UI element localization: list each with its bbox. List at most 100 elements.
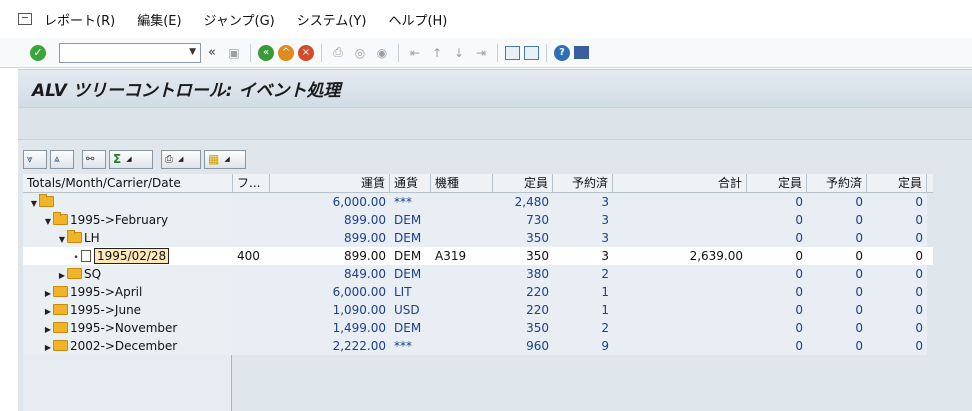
cell-fare[interactable]: 2,222.00 — [270, 337, 390, 355]
cell-currency[interactable]: *** — [390, 193, 431, 211]
cell-total[interactable] — [613, 229, 747, 247]
table-row[interactable]: • 1995/02/28 400 899.00 DEM A319 350 3 2,639.00 0… — [23, 247, 933, 265]
cancel-icon[interactable]: × — [298, 44, 314, 61]
table-row[interactable]: ▼ 6,000.00 *** 2,480 3 0 0 0 — [23, 193, 933, 211]
cell-seats-2[interactable]: 0 — [747, 301, 807, 319]
find-next-icon[interactable]: ◉ — [373, 44, 391, 62]
column-header-seats-2[interactable]: 定員 — [747, 174, 807, 193]
cell-currency[interactable]: DEM — [390, 265, 431, 283]
table-row[interactable]: ▶ 2002->December 2,222.00 *** 960 9 0 0 0 — [23, 337, 933, 355]
tree-node-label[interactable]: SQ — [84, 267, 101, 281]
cell-fare[interactable]: 1,090.00 — [270, 301, 390, 319]
cell-f[interactable] — [233, 301, 270, 319]
cell-seats-3[interactable]: 0 — [867, 337, 927, 355]
cell-currency[interactable]: LIT — [390, 283, 431, 301]
cell-booked-2[interactable]: 0 — [807, 247, 867, 265]
cell-plane-type[interactable] — [431, 301, 493, 319]
cell-seats-2[interactable]: 0 — [747, 193, 807, 211]
table-row[interactable]: ▼ 1995->February 899.00 DEM 730 3 0 0 0 — [23, 211, 933, 229]
cell-currency[interactable]: USD — [390, 301, 431, 319]
enter-icon[interactable]: ✓ — [30, 44, 46, 61]
cell-plane-type[interactable] — [431, 337, 493, 355]
expand-node-icon[interactable]: ▶ — [43, 321, 53, 337]
cell-plane-type[interactable] — [431, 193, 493, 211]
collapse-node-icon[interactable]: ▼ — [43, 213, 53, 229]
expand-node-icon[interactable]: ▶ — [43, 285, 53, 301]
column-header-f[interactable]: フ... — [233, 174, 270, 193]
cell-seats-3[interactable]: 0 — [867, 193, 927, 211]
cell-booked[interactable]: 3 — [553, 229, 613, 247]
cell-f[interactable]: 400 — [233, 247, 270, 265]
collapse-arrows-icon[interactable]: « — [203, 44, 221, 62]
help-icon[interactable]: ? — [554, 44, 570, 61]
column-header-seats[interactable]: 定員 — [493, 174, 553, 193]
menu-edit[interactable]: 編集(E) — [137, 10, 181, 29]
tree-node-label[interactable]: 1995/02/28 — [94, 248, 170, 264]
system-menu-icon[interactable] — [18, 13, 32, 25]
last-page-icon[interactable]: ⇥ — [472, 44, 490, 62]
cell-seats-3[interactable]: 0 — [867, 319, 927, 337]
cell-total[interactable] — [613, 319, 747, 337]
cell-fare[interactable]: 899.00 — [270, 247, 390, 265]
cell-f[interactable] — [233, 283, 270, 301]
table-row[interactable]: ▼ LH 899.00 DEM 350 3 0 0 0 — [23, 229, 933, 247]
tree-node[interactable]: ▶ 1995->June — [23, 301, 233, 319]
cell-seats[interactable]: 350 — [493, 229, 553, 247]
layout-menu-icon[interactable] — [574, 46, 589, 59]
cell-currency[interactable]: DEM — [390, 319, 431, 337]
tree-node-label[interactable]: 1995->April — [70, 285, 142, 299]
cell-booked-2[interactable]: 0 — [807, 265, 867, 283]
cell-seats[interactable]: 220 — [493, 283, 553, 301]
cell-seats[interactable]: 960 — [493, 337, 553, 355]
column-header-booked[interactable]: 予約済 — [553, 174, 613, 193]
column-header-fare[interactable]: 運賃 — [270, 174, 390, 193]
expand-node-icon[interactable]: ▶ — [43, 303, 53, 319]
tree-node[interactable]: ▶ 2002->December — [23, 337, 233, 355]
cell-booked-2[interactable]: 0 — [807, 337, 867, 355]
back-icon[interactable]: « — [258, 44, 274, 61]
cell-total[interactable] — [613, 337, 747, 355]
cell-seats-2[interactable]: 0 — [747, 247, 807, 265]
cell-total[interactable] — [613, 283, 747, 301]
cell-seats[interactable]: 350 — [493, 247, 553, 265]
command-input[interactable] — [60, 43, 180, 62]
cell-seats-2[interactable]: 0 — [747, 283, 807, 301]
cell-seats-2[interactable]: 0 — [747, 211, 807, 229]
tree-node[interactable]: ▼ — [23, 193, 233, 211]
cell-seats[interactable]: 350 — [493, 319, 553, 337]
cell-seats[interactable]: 730 — [493, 211, 553, 229]
print-icon[interactable]: ⎙ — [329, 44, 347, 62]
create-session-icon[interactable] — [505, 45, 520, 60]
cell-plane-type[interactable] — [431, 265, 493, 283]
cell-booked[interactable]: 1 — [553, 283, 613, 301]
cell-f[interactable] — [233, 265, 270, 283]
cell-booked-2[interactable]: 0 — [807, 301, 867, 319]
tree-node[interactable]: ▼ LH — [23, 229, 233, 247]
cell-fare[interactable]: 6,000.00 — [270, 193, 390, 211]
tree-node-label[interactable]: 1995->February — [70, 213, 168, 227]
command-field[interactable]: ▼ — [59, 42, 201, 63]
collapse-node-icon[interactable]: ▼ — [29, 195, 39, 211]
menu-help[interactable]: ヘルプ(H) — [388, 10, 447, 29]
table-row[interactable]: ▶ SQ 849.00 DEM 380 2 0 0 0 — [23, 265, 933, 283]
cell-seats-3[interactable]: 0 — [867, 301, 927, 319]
chevron-down-icon[interactable]: ▼ — [189, 47, 196, 57]
cell-booked-2[interactable]: 0 — [807, 193, 867, 211]
cell-currency[interactable]: DEM — [390, 247, 431, 265]
tree-node-label[interactable]: LH — [84, 231, 100, 245]
collapse-node-icon[interactable]: ▼ — [57, 231, 67, 247]
tree-node[interactable]: ▶ 1995->April — [23, 283, 233, 301]
expand-node-icon[interactable]: ▶ — [57, 267, 67, 283]
sum-button[interactable]: Σ ◢ — [109, 149, 153, 169]
layout-button[interactable]: ▦ ◢ — [204, 149, 246, 169]
expand-node-icon[interactable]: ▶ — [43, 339, 53, 355]
tree-node-label[interactable]: 1995->June — [70, 303, 141, 317]
cell-seats-2[interactable]: 0 — [747, 229, 807, 247]
table-row[interactable]: ▶ 1995->April 6,000.00 LIT 220 1 0 0 0 — [23, 283, 933, 301]
column-header-seats-3[interactable]: 定員 — [867, 174, 927, 193]
cell-fare[interactable]: 6,000.00 — [270, 283, 390, 301]
cell-booked[interactable]: 3 — [553, 247, 613, 265]
cell-total[interactable]: 2,639.00 — [613, 247, 747, 265]
cell-seats[interactable]: 220 — [493, 301, 553, 319]
cell-seats-3[interactable]: 0 — [867, 283, 927, 301]
